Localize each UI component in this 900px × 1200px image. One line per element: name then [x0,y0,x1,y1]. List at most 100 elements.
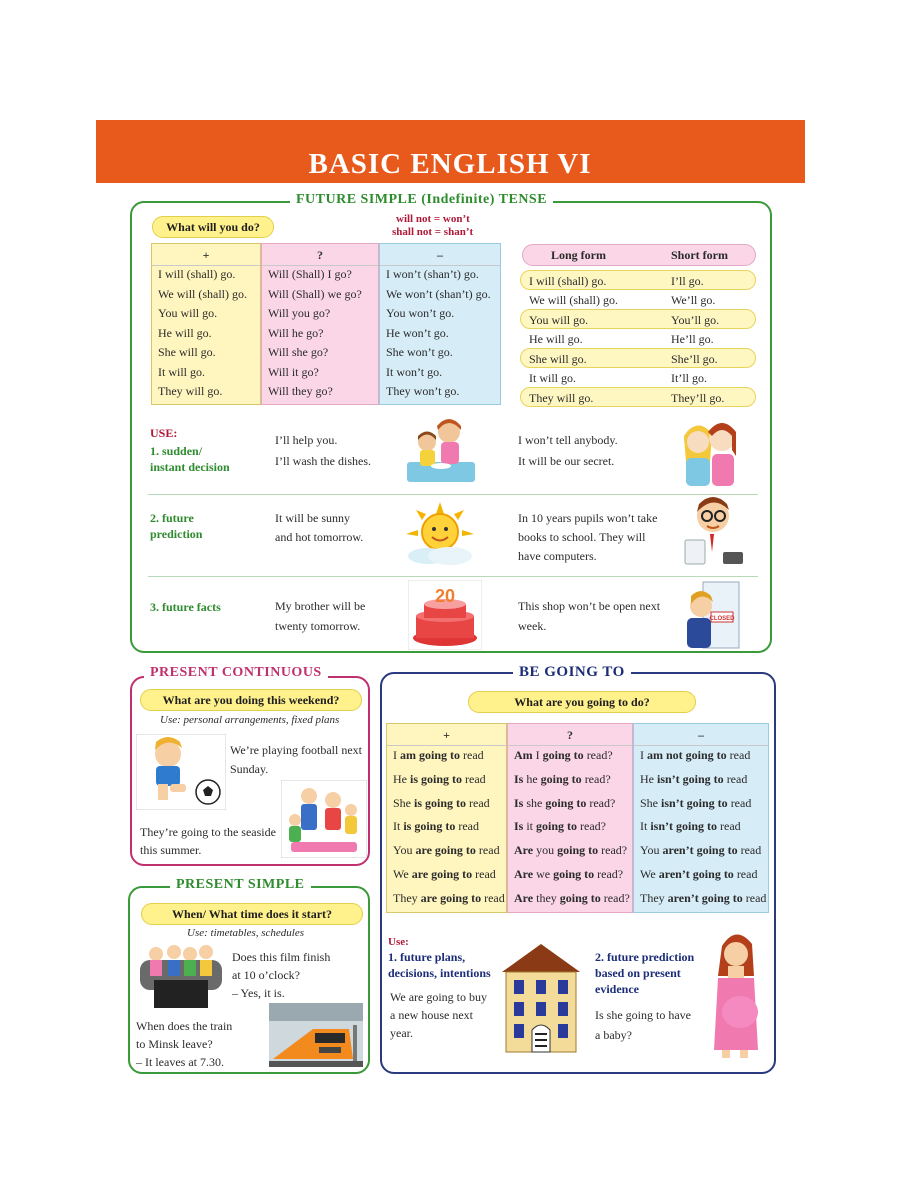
present-continuous-title: PRESENT CONTINUOUS [144,663,328,683]
simple-question-pill: When/ What time does it start? [141,903,363,925]
verb-phrase: is going to [400,819,456,834]
kids-washing-dishes-illustration [407,419,475,482]
use-2-example-c: In 10 years pupils won’t take [518,511,658,525]
table-cell: Is it going to read? [508,819,632,843]
auxiliary: Am [514,748,533,762]
train-station-illustration [269,1003,363,1067]
use-2-label-b: prediction [150,527,203,541]
verb-phrase: isn’t going to [647,819,718,834]
auxiliary: Are [514,843,534,858]
verb: read [726,748,751,762]
cake-number: 20 [435,586,455,606]
use-3-example-c: This shop won’t be open next [518,599,661,613]
column-header-minus: – [380,244,500,266]
table-cell: They are going to read [387,891,506,915]
verb-phrase: going to [553,866,595,881]
subject: We [640,866,656,881]
use-3-label: 3. future facts [150,600,221,614]
verb: read [466,795,490,810]
use-2-example-e: have computers. [518,549,597,563]
column-header-plus: + [387,724,506,746]
long-form: It will go. [529,370,576,385]
family-tv-illustration [140,945,222,1008]
simple-example-1b: at 10 o’clock? [232,968,300,982]
girls-whispering-illustration [684,423,736,486]
contraction-shant: shall not = shan’t [392,226,474,238]
boy-football-illustration [136,734,226,810]
future-question-list: Will (Shall) I go? Will (Shall) we go? W… [262,266,378,404]
subject: it [523,819,537,834]
verb: read? [586,795,616,810]
table-cell: We aren’t going to read [634,867,768,891]
simple-example-1c: – Yes, it is. [232,986,285,1000]
form-row: We will (shall) go. We’ll go. [520,290,756,310]
subject: she [523,795,546,810]
subject: you [533,843,558,858]
table-cell: Are you going to read? [508,843,632,867]
verb-phrase: is going to [411,795,467,810]
subject: You [640,843,660,858]
table-cell: I will (shall) go. [158,267,236,281]
future-affirmative-column: + I will (shall) go. We will (shall) go.… [151,243,261,405]
table-cell: Will it go? [268,364,319,379]
form-row: It will go. It’ll go. [520,368,756,388]
continuous-use-note: Use: personal arrangements, fixed plans [160,714,340,726]
use-2-example-b: and hot tomorrow. [275,530,364,544]
table-cell: She will go. [158,345,216,359]
short-form: It’ll go. [671,370,707,385]
table-cell: You won’t go. [386,306,455,320]
verb: read [472,866,496,881]
verb: read? [600,890,630,905]
column-header-question: ? [508,724,632,746]
continuous-example-2b: this summer. [140,843,202,857]
verb-phrase: going to [536,819,578,834]
subject: They [640,890,665,905]
table-cell: Will (Shall) we go? [268,286,362,301]
use-2-example-a: It will be sunny [275,511,350,525]
table-cell: It is going to read [387,819,506,843]
going-to-question-column: ? Am I going to read? Is he going to rea… [507,723,633,913]
subject: we [533,866,554,881]
sun-illustration [406,502,474,565]
verb-phrase: aren’t going to [664,890,743,905]
table-cell: He won’t go. [386,325,449,340]
house-illustration [502,944,580,1053]
table-cell: Will you go? [268,306,331,320]
continuous-example-1a: We’re playing football next [230,743,362,757]
table-cell: She is going to read [387,796,506,820]
table-cell: Is he going to read? [508,772,632,796]
use-1-example-b: I’ll wash the dishes. [275,454,371,468]
going-to-use-2a: 2. future prediction [595,950,695,964]
verb-phrase: are going to [412,843,476,858]
verb: read? [581,771,611,786]
going-to-question-list: Am I going to read? Is he going to read?… [508,746,632,915]
simple-example-1a: Does this film finish [232,950,331,964]
simple-example-2c: – It leaves at 7.30. [136,1055,224,1069]
going-to-negative-list: I am not going to read He isn’t going to… [634,746,768,915]
birthday-cake-illustration: 20 [408,580,482,650]
use-1-label-a: 1. sudden/ [150,444,203,458]
auxiliary: Is [514,771,524,786]
short-form: He’ll go. [671,331,714,346]
table-cell: They won’t go. [386,384,460,398]
long-short-header: Long form Short form [522,244,756,266]
going-to-example-1a: We are going to buy [390,990,488,1004]
verb: read [717,819,741,834]
subject: She [393,795,411,810]
subject: She [640,795,658,810]
table-cell: He isn’t going to read [634,772,768,796]
long-form: He will go. [529,331,583,346]
short-form-header: Short form [671,248,728,262]
form-row: She will go. She’ll go. [520,348,756,368]
use-1-example-c: I won’t tell anybody. [518,433,618,447]
table-cell: Will (Shall) I go? [268,267,352,281]
future-negative-list: I won’t (shan’t) go. We won’t (shan’t) g… [380,266,500,404]
table-cell: Am I going to read? [508,748,632,772]
going-to-affirmative-column: + I am going to read He is going to read… [386,723,507,913]
auxiliary: Is [514,819,524,834]
verb: read? [598,843,628,858]
short-form: She’ll go. [671,352,718,366]
subject: He [393,771,407,786]
future-affirmative-list: I will (shall) go. We will (shall) go. Y… [152,266,260,404]
table-cell: We will (shall) go. [158,286,248,301]
